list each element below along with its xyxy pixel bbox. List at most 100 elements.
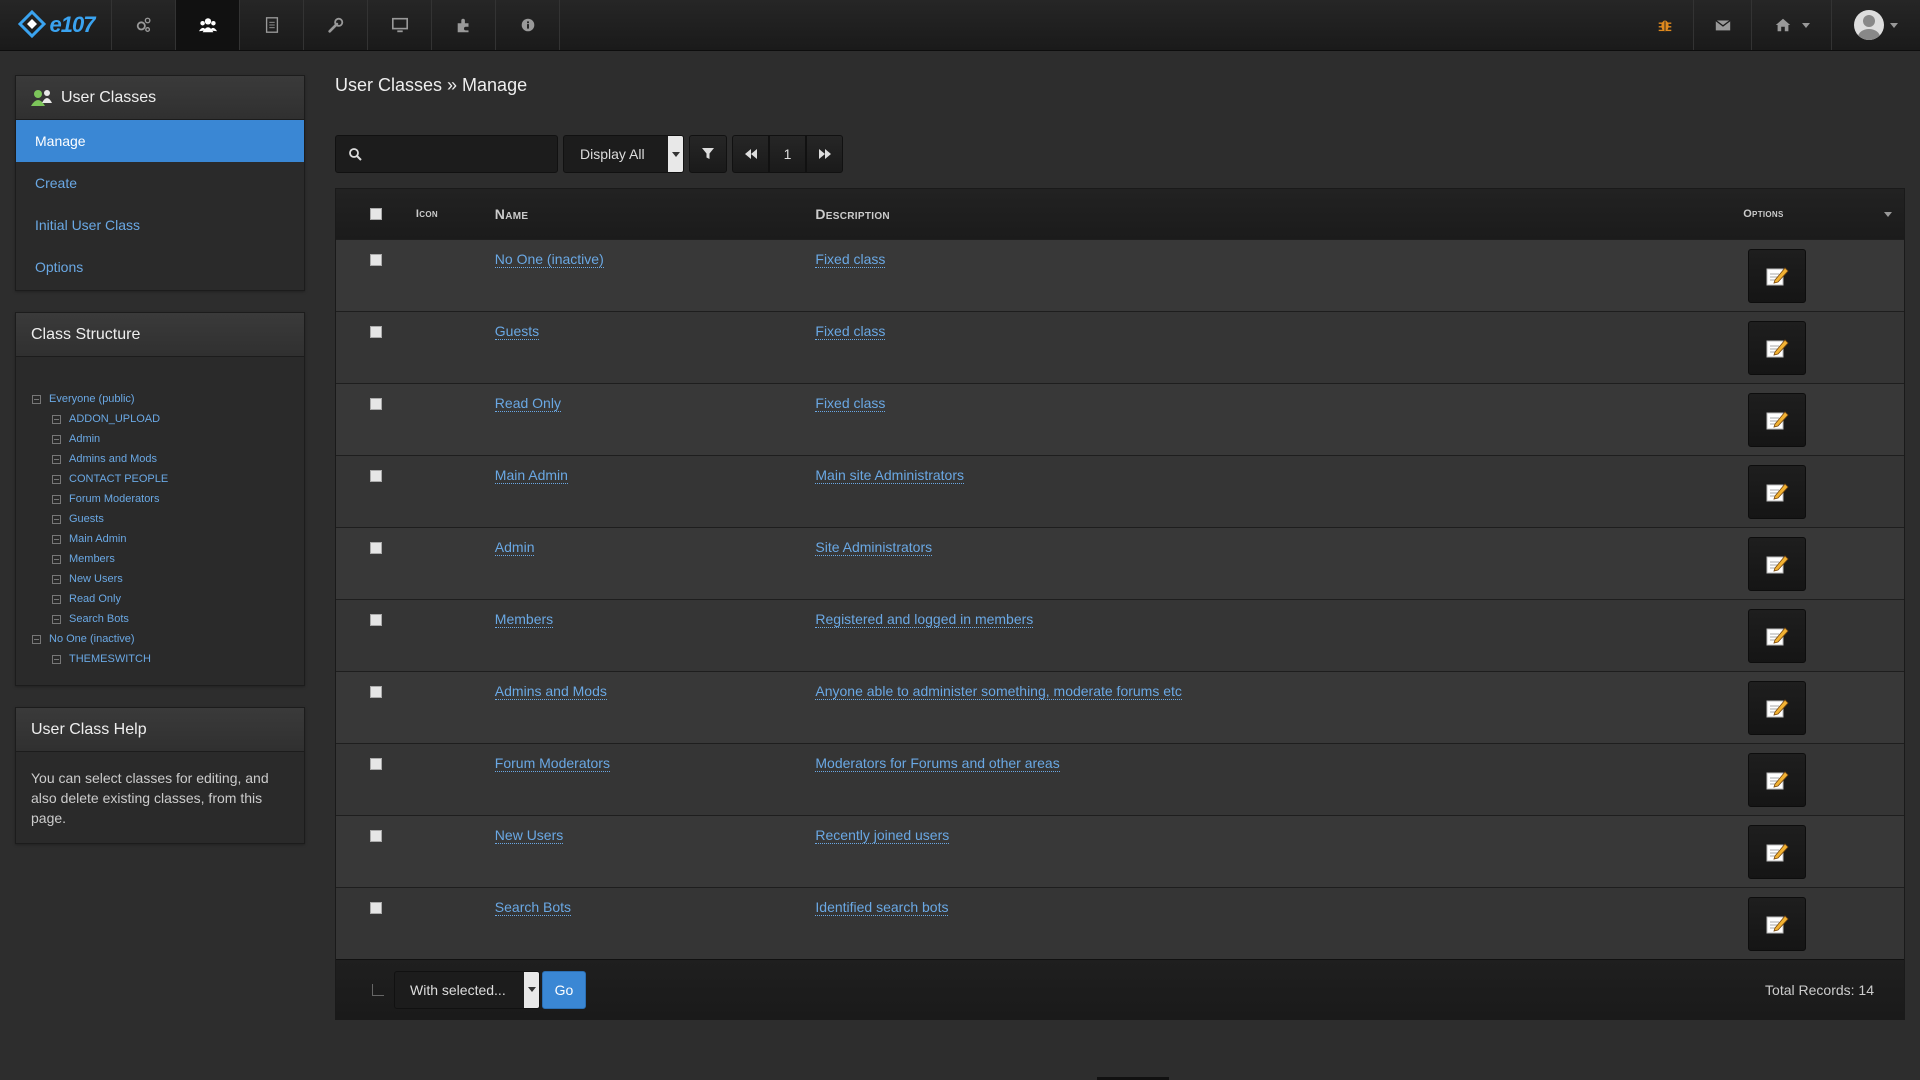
collapse-icon[interactable] — [52, 594, 61, 604]
collapse-icon[interactable] — [52, 434, 61, 444]
tree-node[interactable]: No One (inactive) — [32, 629, 304, 649]
edit-button[interactable] — [1748, 753, 1807, 807]
row-description-link[interactable]: Moderators for Forums and other areas — [815, 755, 1060, 772]
nav-user-menu[interactable] — [1832, 0, 1920, 50]
row-checkbox[interactable] — [369, 326, 382, 338]
row-description-link[interactable]: Identified search bots — [815, 899, 949, 916]
nav-plugins[interactable] — [432, 0, 496, 50]
edit-button[interactable] — [1748, 321, 1807, 375]
tree-node[interactable]: Members — [32, 549, 304, 569]
brand-logo[interactable]: e107 — [0, 0, 112, 50]
row-description-link[interactable]: Recently joined users — [815, 827, 950, 844]
row-checkbox[interactable] — [369, 542, 382, 554]
row-checkbox[interactable] — [369, 830, 382, 842]
nav-tools[interactable] — [304, 0, 368, 50]
tree-node[interactable]: Guests — [32, 509, 304, 529]
row-checkbox[interactable] — [369, 470, 382, 482]
row-checkbox[interactable] — [369, 398, 382, 410]
go-button[interactable]: Go — [542, 970, 586, 1009]
menu-item-create[interactable]: Create — [16, 162, 304, 204]
nav-content[interactable] — [240, 0, 304, 50]
menu-item-initial-user-class[interactable]: Initial User Class — [16, 204, 304, 246]
row-description-link[interactable]: Fixed class — [815, 251, 886, 268]
tree-node[interactable]: ADDON_UPLOAD — [32, 409, 304, 429]
row-description-link[interactable]: Main site Administrators — [815, 467, 964, 484]
row-checkbox[interactable] — [369, 254, 382, 266]
column-description[interactable]: Description — [815, 206, 1743, 222]
select-toggle[interactable] — [524, 971, 539, 1008]
collapse-icon[interactable] — [52, 514, 61, 524]
tree-node[interactable]: Forum Moderators — [32, 489, 304, 509]
edit-button[interactable] — [1748, 249, 1807, 303]
row-name-link[interactable]: Admins and Mods — [494, 683, 607, 700]
nav-messages[interactable] — [1694, 0, 1752, 50]
nav-appearance[interactable] — [368, 0, 432, 50]
row-checkbox[interactable] — [369, 614, 382, 626]
tree-node[interactable]: Search Bots — [32, 609, 304, 629]
collapse-icon[interactable] — [52, 474, 61, 484]
collapse-icon[interactable] — [52, 614, 61, 624]
menu-item-options[interactable]: Options — [16, 246, 304, 288]
tree-node[interactable]: Everyone (public) — [32, 389, 304, 409]
edit-button[interactable] — [1748, 465, 1807, 519]
menu-item-manage[interactable]: Manage — [16, 120, 304, 162]
nav-debug[interactable] — [1636, 0, 1694, 50]
search-input[interactable] — [370, 146, 540, 162]
current-page[interactable]: 1 — [769, 135, 806, 173]
row-checkbox[interactable] — [369, 902, 382, 914]
row-name-link[interactable]: Main Admin — [494, 467, 568, 484]
select-all-checkbox[interactable] — [369, 208, 382, 220]
edit-button[interactable] — [1748, 393, 1807, 447]
row-name-link[interactable]: Forum Moderators — [494, 755, 610, 772]
display-filter-select[interactable]: Display All — [563, 135, 684, 173]
edit-button[interactable] — [1748, 609, 1807, 663]
nav-users[interactable] — [176, 0, 240, 50]
row-name-link[interactable]: Guests — [494, 323, 540, 340]
collapse-icon[interactable] — [32, 634, 41, 644]
tree-node[interactable]: Read Only — [32, 589, 304, 609]
filter-button[interactable] — [689, 135, 727, 173]
row-description-link[interactable]: Site Administrators — [815, 539, 933, 556]
row-name-link[interactable]: Members — [494, 611, 554, 628]
row-name-link[interactable]: New Users — [494, 827, 564, 844]
collapse-icon[interactable] — [52, 574, 61, 584]
column-icon[interactable]: Icon — [416, 208, 495, 220]
row-description-link[interactable]: Registered and logged in members — [815, 611, 1034, 628]
tree-node[interactable]: CONTACT PEOPLE — [32, 469, 304, 489]
collapse-icon[interactable] — [52, 454, 61, 464]
column-menu-chevron-icon[interactable] — [1884, 211, 1893, 217]
row-description-link[interactable]: Anyone able to administer something, mod… — [815, 683, 1182, 700]
prev-page-button[interactable] — [732, 135, 769, 173]
tree-node[interactable]: Admin — [32, 429, 304, 449]
row-checkbox[interactable] — [369, 686, 382, 698]
row-name-link[interactable]: Search Bots — [494, 899, 572, 916]
next-page-button[interactable] — [806, 135, 843, 173]
edit-button[interactable] — [1748, 897, 1807, 951]
collapse-icon[interactable] — [52, 414, 61, 424]
row-name-link[interactable]: Admin — [494, 539, 535, 556]
nav-settings[interactable] — [112, 0, 176, 50]
row-description-link[interactable]: Fixed class — [815, 323, 886, 340]
row-name-link[interactable]: Read Only — [494, 395, 561, 412]
select-toggle[interactable] — [668, 136, 683, 172]
tree-node[interactable]: Admins and Mods — [32, 449, 304, 469]
collapse-icon[interactable] — [52, 554, 61, 564]
collapse-icon[interactable] — [52, 494, 61, 504]
edit-button[interactable] — [1748, 825, 1807, 879]
edit-button[interactable] — [1748, 537, 1807, 591]
search-field[interactable] — [335, 135, 558, 173]
collapse-icon[interactable] — [32, 394, 41, 404]
batch-action-select[interactable]: With selected... — [394, 970, 540, 1009]
collapse-icon[interactable] — [52, 534, 61, 544]
column-name[interactable]: Name — [495, 206, 816, 222]
nav-home-menu[interactable] — [1752, 0, 1832, 50]
row-checkbox[interactable] — [369, 758, 382, 770]
tree-node[interactable]: THEMESWITCH — [32, 649, 304, 669]
row-description-link[interactable]: Fixed class — [815, 395, 886, 412]
edit-button[interactable] — [1748, 681, 1807, 735]
nav-info[interactable] — [496, 0, 560, 50]
row-name-link[interactable]: No One (inactive) — [494, 251, 604, 268]
collapse-icon[interactable] — [52, 654, 61, 664]
tree-node[interactable]: New Users — [32, 569, 304, 589]
tree-node[interactable]: Main Admin — [32, 529, 304, 549]
